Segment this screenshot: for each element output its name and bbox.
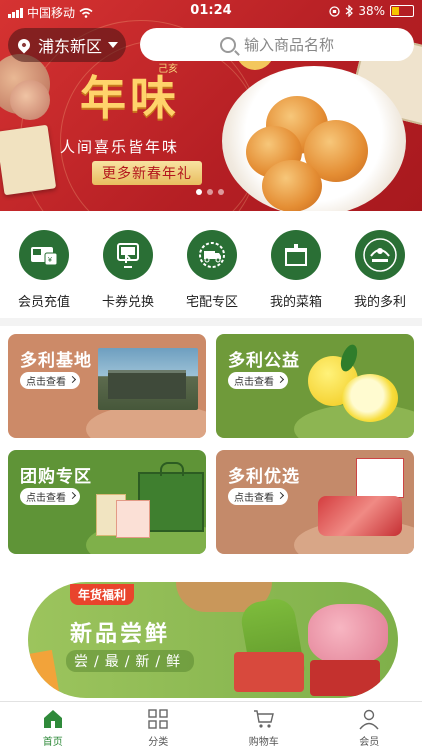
- quick-menu-item-voucher[interactable]: 卡券兑换: [86, 230, 170, 310]
- promo-subline: 尝/最/新/鲜: [66, 650, 194, 672]
- chevron-down-icon: [108, 42, 118, 48]
- quick-menu-item-recharge[interactable]: ¥ 会员充值: [2, 230, 86, 310]
- tab-label: 首页: [43, 733, 63, 748]
- quick-menu: ¥ 会员充值 卡券兑换 宅配专区 我的菜箱 我的多利: [0, 226, 422, 316]
- farm-logo-icon: [355, 230, 405, 280]
- quick-menu-label: 我的菜箱: [254, 291, 338, 310]
- view-button[interactable]: 点击查看: [228, 488, 288, 505]
- battery-percent: 38%: [358, 4, 385, 18]
- vegetable-box-icon: [271, 230, 321, 280]
- meatball-image: [308, 604, 388, 664]
- ham-slices-image: [318, 496, 402, 536]
- pagination-dot: [207, 189, 213, 195]
- card-recharge-icon: ¥: [19, 230, 69, 280]
- cart-icon: [253, 708, 275, 730]
- gift-box-image: [0, 125, 56, 196]
- location-pin-icon: [16, 37, 33, 54]
- battery-icon: [390, 5, 414, 17]
- grid-icon: [147, 708, 169, 730]
- tab-member[interactable]: 会员: [317, 702, 422, 751]
- quick-menu-label: 会员充值: [2, 291, 86, 310]
- card-doli-select[interactable]: 多利优选 点击查看: [216, 450, 414, 554]
- search-icon: [220, 37, 236, 53]
- quick-menu-label: 卡券兑换: [86, 291, 170, 310]
- card-title: 团购专区: [20, 462, 92, 487]
- tab-label: 购物车: [249, 733, 279, 748]
- card-title: 多利优选: [228, 462, 300, 487]
- tab-cart[interactable]: 购物车: [211, 702, 317, 751]
- card-group-buy[interactable]: 团购专区 点击查看: [8, 450, 206, 554]
- banner-year-tag: 己亥: [158, 60, 178, 75]
- promo-banner[interactable]: 年货福利 新品尝鲜 尝/最/新/鲜: [28, 582, 398, 698]
- quick-menu-item-vegbox[interactable]: 我的菜箱: [254, 230, 338, 310]
- banner-pagination: [196, 189, 224, 195]
- tab-category[interactable]: 分类: [106, 702, 212, 751]
- pagination-dot: [196, 189, 202, 195]
- tab-label: 分类: [148, 733, 168, 748]
- quick-menu-label: 我的多利: [338, 291, 422, 310]
- sausage-image: [310, 660, 380, 696]
- status-bar: 中国移动 01:24 38%: [0, 0, 422, 22]
- view-button[interactable]: 点击查看: [228, 372, 288, 389]
- banner-slogan: 人间喜乐皆年味: [60, 136, 179, 157]
- bluetooth-icon: [345, 5, 353, 17]
- orientation-lock-icon: [329, 6, 340, 17]
- card-title: 多利公益: [228, 346, 300, 371]
- view-button[interactable]: 点击查看: [20, 488, 80, 505]
- leaf-image: [338, 342, 361, 373]
- location-label: 浦东新区: [38, 33, 102, 57]
- quick-menu-item-delivery[interactable]: 宅配专区: [170, 230, 254, 310]
- lemon-image: [342, 374, 398, 422]
- user-icon: [358, 708, 380, 730]
- banner-cta-button[interactable]: 更多新春年礼: [92, 161, 202, 185]
- card-title: 多利基地: [20, 346, 92, 371]
- section-divider: [0, 318, 422, 326]
- svg-text:¥: ¥: [48, 257, 52, 264]
- ham-package-image: [356, 458, 404, 498]
- location-selector[interactable]: 浦东新区: [8, 28, 126, 62]
- tab-bar: 首页 分类 购物车 会员: [0, 701, 422, 751]
- promo-headline: 新品尝鲜: [70, 616, 170, 648]
- promo-tag: 年货福利: [70, 584, 134, 605]
- pagination-dot: [218, 189, 224, 195]
- tab-label: 会员: [359, 733, 379, 748]
- voucher-exchange-icon: [103, 230, 153, 280]
- farm-building-image: [98, 348, 198, 410]
- snack-pack-image: [116, 500, 150, 538]
- delivery-truck-icon: [187, 230, 237, 280]
- apple-image: [10, 80, 50, 120]
- quick-menu-label: 宅配专区: [170, 291, 254, 310]
- mushroom-image: [262, 160, 322, 211]
- search-input[interactable]: 输入商品名称: [140, 28, 414, 61]
- card-doli-base[interactable]: 多利基地 点击查看: [8, 334, 206, 438]
- view-button[interactable]: 点击查看: [20, 372, 80, 389]
- home-icon: [42, 708, 64, 730]
- sausage-image: [234, 652, 304, 692]
- snack-bag-image: [28, 650, 60, 698]
- card-doli-charity[interactable]: 多利公益 点击查看: [216, 334, 414, 438]
- tab-home[interactable]: 首页: [0, 702, 106, 751]
- search-placeholder: 输入商品名称: [244, 34, 334, 55]
- quick-menu-item-mydoli[interactable]: 我的多利: [338, 230, 422, 310]
